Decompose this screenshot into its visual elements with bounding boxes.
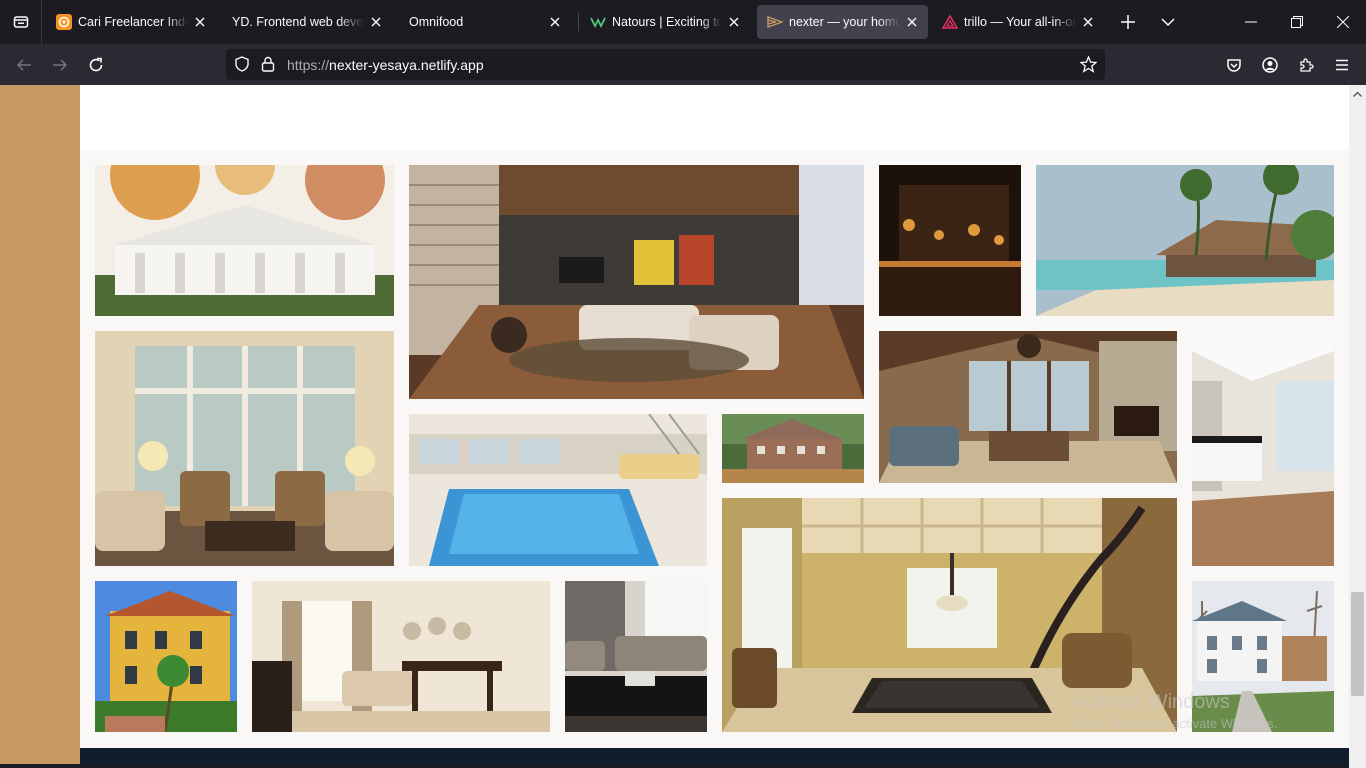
reload-button[interactable] <box>82 51 110 79</box>
back-button[interactable] <box>10 51 38 79</box>
arrow-right-icon <box>53 59 68 71</box>
gallery-image-2 <box>409 165 864 399</box>
firefox-view-icon <box>13 16 28 28</box>
puzzle-piece-icon <box>1300 58 1314 72</box>
close-tab-icon[interactable] <box>368 14 384 30</box>
tab-nexter[interactable]: nexter — your home, your freedom <box>757 5 928 39</box>
minimize-window-button[interactable] <box>1237 8 1265 36</box>
reload-icon <box>89 57 103 72</box>
nexter-logo-icon <box>767 14 783 30</box>
new-tab-button[interactable] <box>1114 8 1142 36</box>
forward-button[interactable] <box>46 51 74 79</box>
gallery-image-8 <box>879 331 1177 483</box>
restore-window-button[interactable] <box>1283 8 1311 36</box>
close-tab-icon[interactable] <box>726 14 742 30</box>
tab-title: YD. Frontend web developer <box>232 15 364 29</box>
hamburger-menu-icon <box>1336 59 1348 71</box>
address-bar[interactable]: https://nexter-yesaya.netlify.app <box>226 49 1105 80</box>
tab-natours[interactable]: Natours | Exciting tours <box>580 5 750 39</box>
restore-icon <box>1291 16 1303 28</box>
plus-icon <box>1121 15 1135 29</box>
lock-icon[interactable] <box>261 56 275 77</box>
page-viewport: Activate Windows Go to Settings to activ… <box>0 85 1349 768</box>
tab-separator <box>578 13 579 31</box>
tab-title: Omnifood <box>409 15 464 29</box>
url-host: nexter-yesaya.netlify.app <box>329 57 484 73</box>
tab-title: trillo — Your all-in-one booking app <box>964 15 1076 29</box>
close-tab-icon[interactable] <box>904 14 920 30</box>
close-tab-icon[interactable] <box>192 14 208 30</box>
pocket-icon <box>1227 59 1241 72</box>
windows-activation-watermark: Activate Windows Go to Settings to activ… <box>1072 691 1277 731</box>
tab-trillo[interactable]: trillo — Your all-in-one booking app <box>932 5 1104 39</box>
account-button[interactable] <box>1256 51 1284 79</box>
gallery-image-5 <box>95 331 394 566</box>
tab-cari-freelancer[interactable]: Cari Freelancer Indonesia <box>46 5 216 39</box>
scroll-up-arrow-icon[interactable] <box>1349 85 1366 102</box>
gallery-image-9 <box>1192 331 1334 566</box>
minimize-icon <box>1245 21 1257 23</box>
section-top-band <box>80 85 1349 150</box>
firefox-view-button[interactable] <box>0 0 42 44</box>
bookmark-star-icon[interactable] <box>1079 55 1098 78</box>
tab-title: Natours | Exciting tours <box>612 15 722 29</box>
tab-title: nexter — your home, your freedom <box>789 15 900 29</box>
tab-strip: Cari Freelancer Indonesia YD. Frontend w… <box>0 0 1366 44</box>
account-icon <box>1262 57 1278 73</box>
url-scheme: https:// <box>287 57 330 73</box>
app-menu-button[interactable] <box>1328 51 1356 79</box>
arrow-left-icon <box>16 59 31 71</box>
navigation-toolbar: https://nexter-yesaya.netlify.app <box>0 44 1366 85</box>
tab-omnifood[interactable]: Omnifood <box>399 5 571 39</box>
site-sidebar <box>0 85 80 768</box>
gallery-image-11 <box>252 581 550 732</box>
scrollbar-thumb[interactable] <box>1351 592 1364 696</box>
gallery-image-7 <box>722 414 864 483</box>
tab-title: Cari Freelancer Indonesia <box>78 15 188 29</box>
window-bottom-edge <box>0 764 1349 768</box>
url-text: https://nexter-yesaya.netlify.app <box>287 57 484 73</box>
trillo-logo-icon <box>942 14 958 30</box>
gallery-image-12 <box>565 581 707 732</box>
pocket-button[interactable] <box>1220 51 1248 79</box>
gallery-image-10 <box>95 581 237 732</box>
gallery-image-3 <box>879 165 1021 316</box>
extensions-button[interactable] <box>1292 51 1320 79</box>
gallery-image-6 <box>409 414 707 566</box>
close-tab-icon[interactable] <box>547 14 563 30</box>
chevron-down-icon <box>1161 18 1175 27</box>
tracking-protection-shield-icon[interactable] <box>234 56 250 77</box>
watermark-title: Activate Windows <box>1072 691 1230 713</box>
orange-chat-icon <box>56 14 72 30</box>
close-window-button[interactable] <box>1329 8 1357 36</box>
gallery-image-4 <box>1036 165 1334 316</box>
list-all-tabs-button[interactable] <box>1154 8 1182 36</box>
page-scrollbar[interactable] <box>1349 85 1366 768</box>
watermark-subtitle: Go to Settings to activate Windows. <box>1072 716 1278 731</box>
tab-yd-frontend[interactable]: YD. Frontend web developer <box>222 5 392 39</box>
close-tab-icon[interactable] <box>1080 14 1096 30</box>
close-icon <box>1337 16 1349 28</box>
green-leaf-icon <box>590 14 606 30</box>
gallery-image-1 <box>95 165 394 316</box>
